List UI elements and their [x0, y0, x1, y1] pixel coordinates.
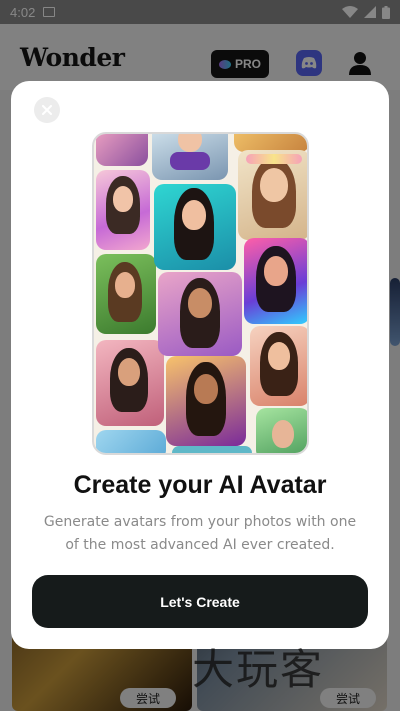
avatar-tile: [158, 272, 242, 356]
avatar-collage-image: [92, 132, 309, 455]
avatar-tile: [256, 408, 307, 453]
avatar-promo-modal: Create your AI Avatar Generate avatars f…: [11, 81, 389, 649]
close-button[interactable]: [34, 97, 60, 123]
close-icon: [42, 105, 52, 115]
modal-title: Create your AI Avatar: [73, 471, 327, 499]
avatar-tile: [96, 134, 148, 166]
avatar-tile: [166, 356, 246, 446]
avatar-tile: [152, 134, 228, 180]
avatar-tile: [238, 150, 307, 240]
avatar-tile: [244, 238, 307, 324]
lets-create-button[interactable]: Let's Create: [32, 575, 368, 628]
avatar-tile: [234, 134, 307, 152]
avatar-tile: [96, 430, 166, 453]
avatar-tile: [154, 184, 236, 270]
modal-description: Generate avatars from your photos with o…: [43, 514, 357, 553]
avatar-tile: [96, 340, 164, 426]
avatar-tile: [250, 326, 307, 406]
avatar-tile: [172, 446, 252, 453]
avatar-tile: [96, 170, 150, 250]
avatar-tile: [96, 254, 156, 334]
watermark: 大玩客: [192, 645, 325, 694]
